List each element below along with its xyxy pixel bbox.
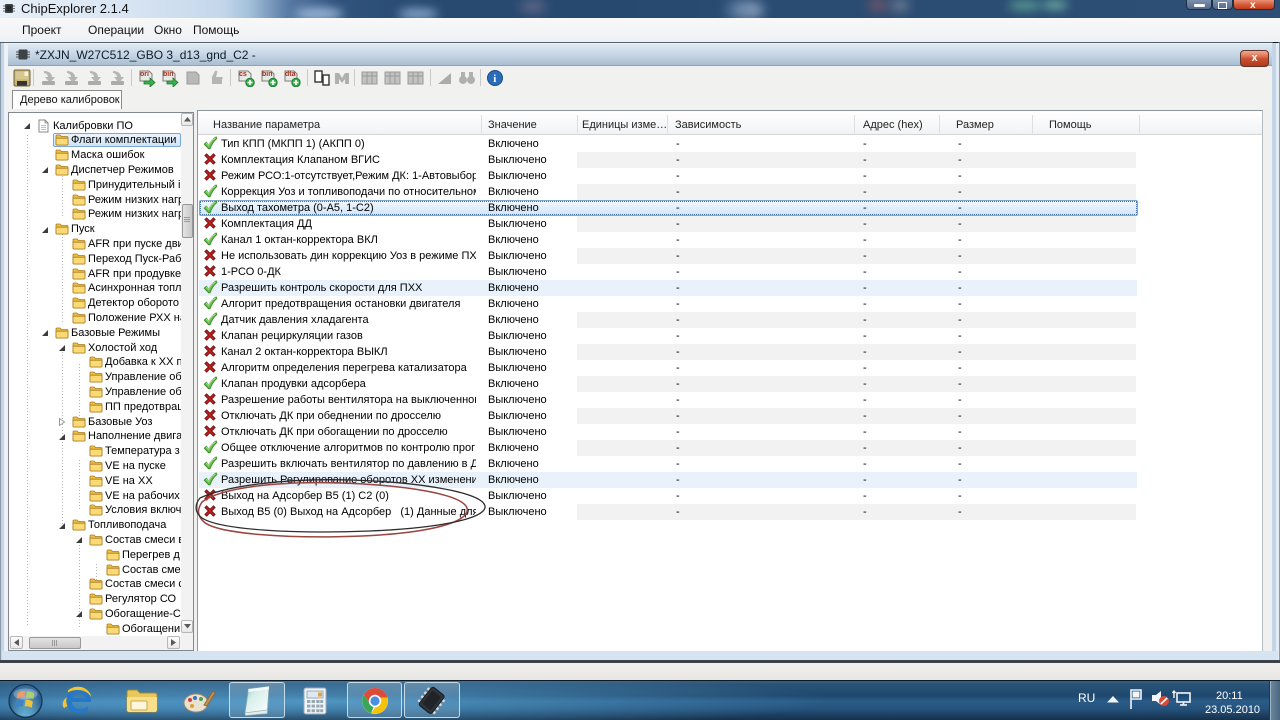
svg-text:dta: dta bbox=[285, 71, 296, 78]
svg-text:i: i bbox=[493, 73, 496, 85]
svg-text:bin: bin bbox=[163, 71, 174, 78]
svg-text:ori: ori bbox=[140, 71, 149, 78]
svg-text:bin: bin bbox=[262, 71, 273, 78]
svg-text:cs: cs bbox=[239, 71, 247, 78]
